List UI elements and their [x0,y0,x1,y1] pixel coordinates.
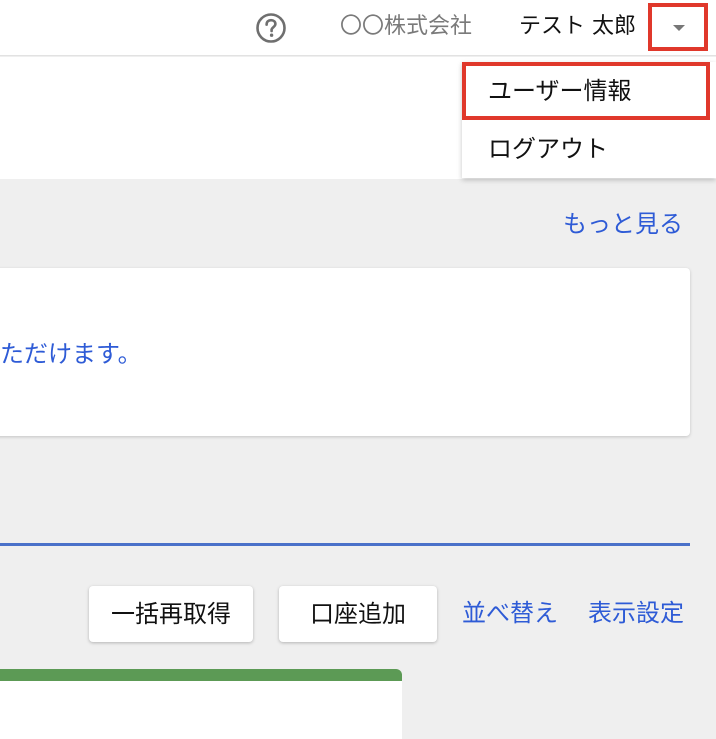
bulk-refresh-button[interactable]: 一括再取得 [89,586,253,642]
more-link[interactable]: もっと見る [563,208,683,240]
question-circle-icon[interactable] [255,12,287,44]
add-account-button[interactable]: 口座追加 [279,586,437,642]
section-divider [0,543,690,546]
user-name[interactable]: テスト 太郎 [519,12,653,42]
menu-item-user-info[interactable]: ユーザー情報 [462,62,710,120]
sort-link[interactable]: 並べ替え [462,596,558,630]
caret-down-icon [673,25,685,31]
company-name: 〇〇株式会社 [340,14,473,39]
user-dropdown-menu: ユーザー情報 ログアウト [462,62,716,178]
display-settings-link[interactable]: 表示設定 [588,596,684,630]
account-card[interactable] [0,669,402,739]
menu-item-logout[interactable]: ログアウト [462,120,716,178]
top-header: 〇〇株式会社 テスト 太郎 [0,0,716,56]
user-menu-toggle-button[interactable] [648,3,708,51]
notice-text-link[interactable]: ただけます。 [0,338,142,370]
